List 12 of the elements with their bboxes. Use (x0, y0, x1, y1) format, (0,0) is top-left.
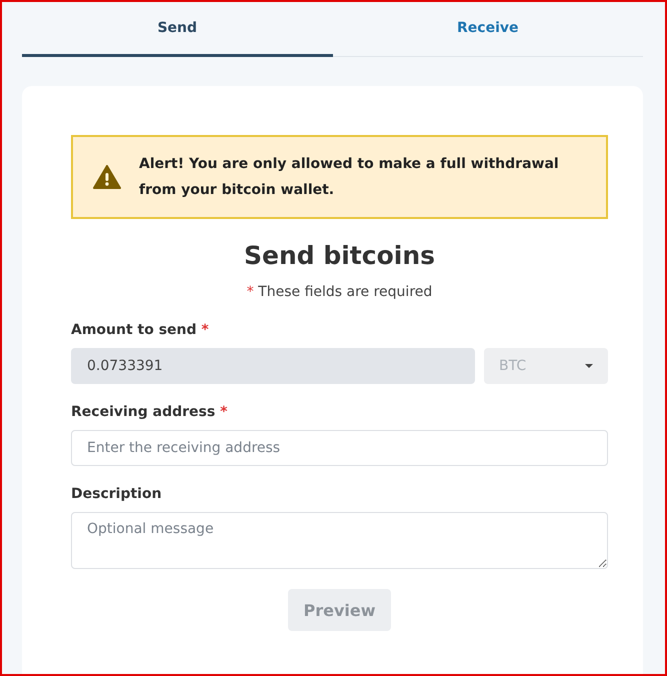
field-label: Receiving address * (71, 404, 228, 420)
alert-message: Alert! You are only allowed to make a full withdrawal from your bitcoin wallet. (139, 155, 559, 200)
tab[interactable]: Send (22, 2, 332, 57)
warning-icon (93, 165, 121, 189)
required-note: * These fields are required (246, 284, 434, 300)
field-label: Amount to send * (71, 322, 210, 338)
address-field[interactable]: Enter the receiving address (71, 430, 608, 466)
caret-icon (585, 364, 593, 368)
tab[interactable]: Receive (332, 2, 643, 57)
form-title: Send bitcoins (242, 241, 436, 270)
description-field[interactable]: Optional message (71, 512, 608, 569)
field-label: Description (71, 486, 163, 502)
